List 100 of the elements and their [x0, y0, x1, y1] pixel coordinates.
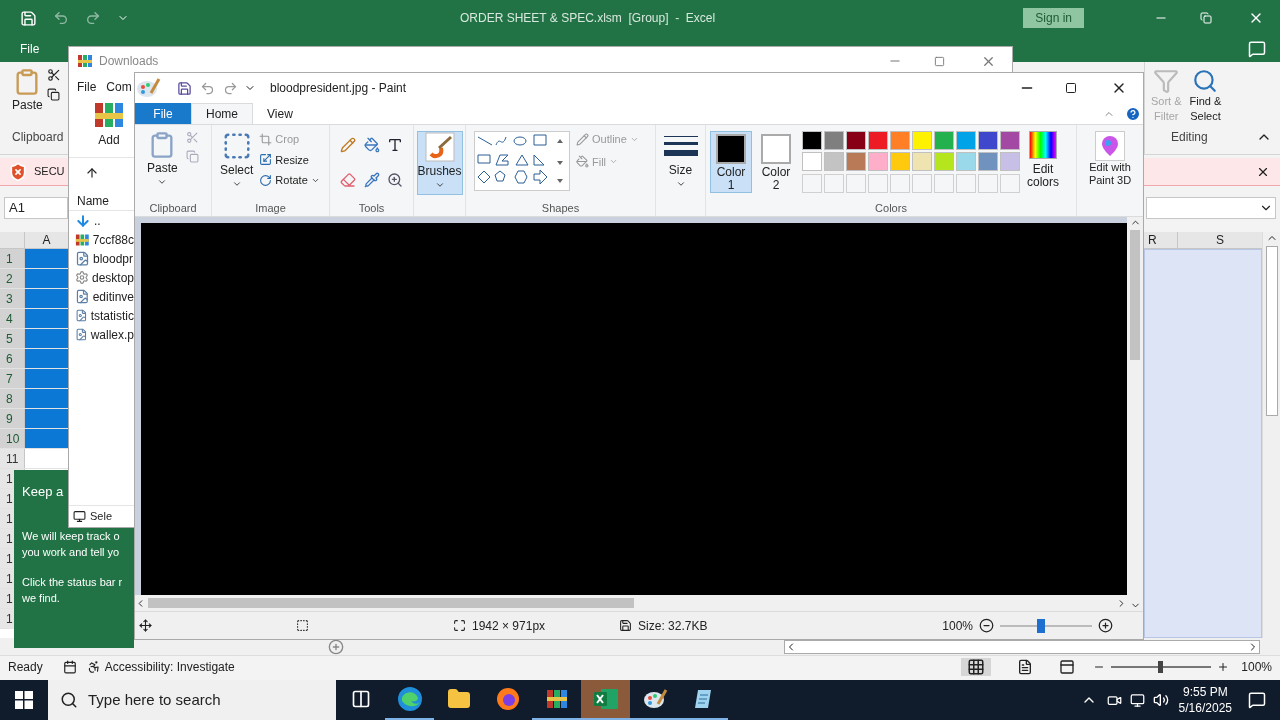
color-swatch[interactable] — [1000, 152, 1020, 172]
macro-icon[interactable] — [62, 660, 77, 674]
cut-icon[interactable] — [46, 68, 61, 82]
selected-cell[interactable] — [25, 249, 68, 268]
ribbon-tab[interactable]: View — [253, 103, 307, 124]
sign-in-button[interactable]: Sign in — [1023, 8, 1084, 28]
color-swatch[interactable] — [1000, 131, 1020, 150]
empty-swatch[interactable] — [912, 173, 932, 193]
color-swatch[interactable] — [956, 152, 976, 172]
selected-cell[interactable] — [25, 369, 68, 388]
file-item[interactable]: tstatistic — [69, 306, 134, 325]
empty-swatch[interactable] — [824, 173, 844, 193]
empty-swatch[interactable] — [956, 173, 976, 193]
color-swatch[interactable] — [890, 131, 910, 150]
zoom-out-icon[interactable] — [979, 618, 994, 633]
color-swatch[interactable] — [846, 131, 866, 150]
page-layout-icon[interactable] — [1017, 659, 1034, 675]
page-break-icon[interactable] — [1059, 659, 1076, 675]
paste-button[interactable]: Paste — [12, 68, 43, 114]
column-header[interactable]: S — [1178, 232, 1262, 248]
search-field[interactable]: Type here to search — [48, 680, 336, 720]
color-swatch[interactable] — [934, 152, 954, 172]
empty-swatch[interactable] — [890, 173, 910, 193]
size-button[interactable]: Size — [663, 133, 698, 189]
up-icon[interactable] — [85, 165, 99, 180]
selected-cell[interactable] — [25, 409, 68, 428]
empty-swatch[interactable] — [934, 173, 954, 193]
file-tab[interactable]: File — [135, 103, 191, 124]
ribbon-tab[interactable]: Home — [191, 103, 253, 124]
normal-view-icon[interactable] — [961, 658, 992, 676]
selected-cell[interactable] — [25, 389, 68, 408]
magnifier-icon[interactable] — [387, 172, 404, 189]
paint-3d-button[interactable]: Edit with Paint 3D — [1088, 131, 1132, 187]
zoom-thumb[interactable] — [1037, 618, 1046, 633]
empty-swatch[interactable] — [1000, 173, 1020, 193]
brushes-button[interactable]: Brushes — [416, 131, 463, 195]
color-swatch[interactable] — [824, 131, 844, 150]
file-item[interactable]: editinve — [69, 287, 134, 306]
selected-cell[interactable] — [25, 269, 68, 288]
selected-cell[interactable] — [25, 429, 68, 448]
color-button[interactable]: Color 1 — [710, 131, 752, 193]
vertical-scrollbar[interactable] — [1127, 217, 1143, 611]
comments-icon[interactable] — [1248, 40, 1266, 58]
text-icon[interactable] — [387, 137, 404, 153]
selected-cell[interactable] — [25, 289, 68, 308]
zoom-in-icon[interactable] — [1098, 618, 1113, 633]
undo-icon[interactable] — [200, 80, 215, 96]
ribbon-tab[interactable]: File — [20, 40, 40, 58]
selected-cell[interactable] — [25, 309, 68, 328]
color-swatch[interactable] — [912, 152, 932, 172]
accessibility-status[interactable]: Accessibility: Investigate — [104, 658, 235, 676]
menu-item[interactable]: Com — [106, 78, 132, 96]
color-swatch[interactable] — [934, 131, 954, 150]
color-swatch[interactable] — [824, 152, 844, 172]
notifications-icon[interactable] — [1248, 691, 1266, 709]
save-icon[interactable] — [177, 80, 192, 96]
file-item[interactable]: .. — [69, 211, 134, 230]
column-header[interactable]: Name — [77, 191, 109, 210]
accessibility-icon[interactable] — [86, 660, 101, 674]
copy-icon[interactable] — [46, 88, 60, 101]
color-swatch[interactable] — [978, 131, 998, 150]
zoom-slider[interactable] — [1000, 618, 1092, 633]
color-swatch[interactable] — [802, 152, 822, 172]
color-swatch[interactable] — [912, 131, 932, 150]
horizontal-scrollbar[interactable] — [135, 595, 1127, 611]
resize-button[interactable]: Resize — [259, 151, 320, 168]
selected-cells[interactable] — [1144, 249, 1262, 638]
color-swatch[interactable] — [978, 152, 998, 172]
color-swatch[interactable] — [802, 131, 822, 150]
scroll-thumb[interactable] — [1130, 230, 1140, 360]
scroll-thumb[interactable] — [148, 598, 634, 608]
select-button[interactable]: Select — [220, 131, 254, 200]
color-swatch[interactable] — [890, 152, 910, 172]
edit-colors-button[interactable]: Edit colors — [1027, 131, 1059, 200]
empty-swatch[interactable] — [802, 173, 822, 193]
menu-item[interactable]: File — [77, 78, 97, 96]
find-select-button[interactable]: Find & Select — [1189, 68, 1222, 124]
name-box[interactable]: A1 — [4, 197, 68, 219]
add-sheet-icon[interactable] — [328, 638, 344, 655]
zoom-thumb[interactable] — [1158, 661, 1164, 673]
fill-bucket-icon[interactable] — [363, 137, 380, 153]
restore-icon[interactable] — [1200, 12, 1212, 24]
color-swatch[interactable] — [868, 131, 888, 150]
volume-icon[interactable] — [1152, 692, 1169, 708]
selected-cell[interactable] — [25, 349, 68, 368]
color-swatch[interactable] — [846, 152, 866, 172]
empty-swatch[interactable] — [868, 173, 888, 193]
color-swatch[interactable] — [956, 131, 976, 150]
file-item[interactable]: 7ccf88c — [69, 230, 134, 249]
help-icon[interactable] — [1125, 105, 1141, 122]
clock[interactable]: 9:55 PM 5/16/2025 — [1178, 684, 1232, 716]
eraser-icon[interactable] — [340, 172, 356, 189]
file-item[interactable]: bloodpr — [69, 249, 134, 268]
color-picker-icon[interactable] — [363, 172, 380, 189]
selected-cell[interactable] — [25, 329, 68, 348]
network-icon[interactable] — [1129, 692, 1145, 708]
shapes-gallery-drawing[interactable] — [474, 131, 570, 191]
color-swatch[interactable] — [868, 152, 888, 172]
color-button[interactable]: Color 2 — [755, 131, 797, 193]
zoom-slider[interactable] — [1111, 661, 1212, 673]
